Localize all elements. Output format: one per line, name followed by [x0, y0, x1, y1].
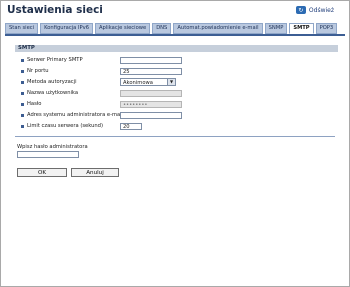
- tab-dns[interactable]: DNS: [152, 23, 172, 34]
- port-input[interactable]: 25: [120, 68, 182, 75]
- tab-ipv6[interactable]: Konfiguracja IPv6: [40, 23, 93, 34]
- tab-pop3[interactable]: POP3: [315, 23, 338, 34]
- row-auth: Metoda autoryzacji: [21, 79, 77, 85]
- timeout-input[interactable]: 20: [120, 123, 142, 130]
- row-username: Nazwa użytkownika: [21, 90, 78, 96]
- tab-snmp[interactable]: SNMP: [264, 23, 288, 34]
- bullet-icon: [21, 91, 24, 95]
- tab-bar: Stan sieci Konfiguracja IPv6 Aplikacje s…: [5, 23, 338, 34]
- auth-method-value: Akonimowa: [123, 80, 153, 86]
- page-title: Ustawienia sieci: [7, 4, 103, 16]
- port-label: Nr portu: [27, 68, 49, 74]
- settings-window: Ustawienia sieci ↻ Odśwież Stan sieci Ko…: [0, 0, 350, 287]
- tab-stan-sieci[interactable]: Stan sieci: [5, 23, 39, 34]
- refresh-icon: ↻: [295, 6, 306, 14]
- tab-smtp[interactable]: SMTP: [289, 23, 314, 34]
- row-password: Hasło: [21, 101, 41, 107]
- refresh-label: Odśwież: [308, 6, 334, 14]
- timeout-label: Limit czasu serwera (sekund): [27, 123, 103, 129]
- server-input[interactable]: [120, 57, 182, 64]
- tab-email-notify[interactable]: Automat.powiadomienie e-mail: [173, 23, 263, 34]
- server-label: Serwer Primary SMTP: [27, 57, 83, 63]
- username-input[interactable]: [120, 90, 182, 97]
- bullet-icon: [21, 124, 24, 128]
- username-label: Nazwa użytkownika: [27, 90, 79, 96]
- section-header-smtp: SMTP: [15, 45, 338, 52]
- bullet-icon: [21, 80, 24, 84]
- admin-email-input[interactable]: [120, 112, 182, 119]
- bullet-icon: [21, 113, 24, 117]
- bullet-icon: [21, 69, 24, 73]
- tab-aplikacje[interactable]: Aplikacje sieciowe: [95, 23, 151, 34]
- admin-password-label: Wpisz hasło administratora: [17, 144, 88, 150]
- refresh-link[interactable]: ↻ Odśwież: [295, 6, 334, 14]
- row-port: Nr portu: [21, 68, 49, 74]
- auth-label: Metoda autoryzacji: [27, 79, 77, 85]
- password-input[interactable]: ••••••••: [120, 101, 182, 108]
- bullet-icon: [21, 58, 24, 62]
- ok-button[interactable]: OK: [17, 168, 67, 177]
- divider: [15, 136, 335, 137]
- admin-email-label: Adres systemu administratora e-mail: [27, 112, 124, 118]
- chevron-down-icon: ▼: [167, 79, 175, 85]
- cancel-button[interactable]: Anuluj: [71, 168, 119, 177]
- bullet-icon: [21, 102, 24, 106]
- password-label: Hasło: [27, 101, 42, 107]
- auth-method-select[interactable]: Akonimowa ▼: [120, 78, 176, 86]
- tab-divider: [5, 34, 345, 36]
- row-admin-email: Adres systemu administratora e-mail: [21, 112, 123, 118]
- admin-password-input[interactable]: [17, 151, 79, 158]
- row-server: Serwer Primary SMTP: [21, 57, 83, 63]
- row-timeout: Limit czasu serwera (sekund): [21, 123, 103, 129]
